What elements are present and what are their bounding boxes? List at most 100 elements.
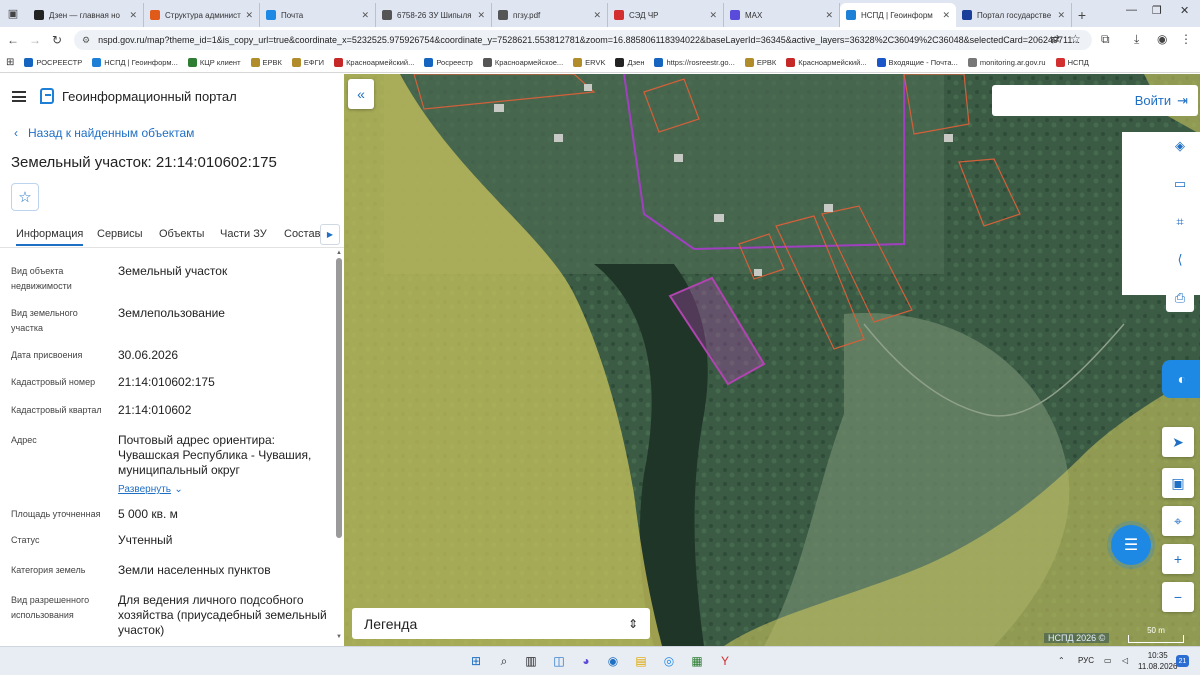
tab-close-icon[interactable]: ✕ [942, 10, 950, 21]
bookmark-item[interactable]: monitoring.ar.gov.ru [967, 58, 1046, 67]
tab-close-icon[interactable]: ✕ [129, 10, 137, 21]
bookmark-item[interactable]: Красноармейское... [482, 58, 563, 67]
new-tab-icon[interactable]: + [1072, 3, 1092, 27]
forward-icon[interactable]: → [24, 33, 46, 47]
extensions-icon[interactable]: ⧉ [1101, 32, 1110, 47]
tray-chevron-up-icon[interactable]: ⌃ [1058, 656, 1065, 665]
widgets-icon[interactable]: ◫ [550, 652, 568, 670]
apps-grid-icon[interactable]: ⊞ [6, 57, 14, 68]
chrome-icon[interactable]: ◉ [604, 652, 622, 670]
bookmark-item[interactable]: ERVK [573, 58, 605, 67]
browser-tab[interactable]: 6758-26 ЗУ Шипыля ✕ [376, 3, 492, 27]
file-explorer-icon[interactable]: ▤ [632, 652, 650, 670]
browser-tab[interactable]: Структура админист ✕ [144, 3, 260, 27]
edge-icon[interactable]: ◎ [660, 652, 678, 670]
ruler-icon[interactable]: ▭ [1166, 170, 1194, 198]
site-info-icon[interactable]: ⚙ [82, 35, 90, 46]
tab-close-icon[interactable]: ✕ [1057, 10, 1065, 21]
search-place-icon[interactable]: ⌖ [1162, 506, 1194, 536]
address-bar[interactable]: ⚙ nspd.gov.ru/map?theme_id=1&is_copy_url… [74, 30, 1092, 50]
tab-close-icon[interactable]: ✕ [477, 10, 485, 21]
tab-close-icon[interactable]: ✕ [361, 10, 369, 21]
browser-tab[interactable]: НСПД | Геоинформ ✕ [840, 3, 956, 27]
bookmark-item[interactable]: Росреестр [424, 58, 473, 67]
tab-parts[interactable]: Части ЗУ [220, 228, 267, 240]
scrollbar-thumb[interactable] [336, 258, 342, 538]
menu-kebab-icon[interactable]: ⋮ [1180, 32, 1192, 46]
tab-close-icon[interactable]: ✕ [825, 10, 833, 21]
bookmark-item[interactable]: Красноармейский... [334, 58, 414, 67]
tab-favicon-icon [962, 10, 972, 20]
bookmark-item[interactable]: НСПД [1055, 58, 1089, 67]
map-view[interactable]: « Войти ⇥ ◈ ▭ ⌗ ⟨ ⎙ ◐ ➤ ▣ ⌖ ☰ + − Легенд… [344, 74, 1200, 646]
browser-tab[interactable]: Портал государстве ✕ [956, 3, 1072, 27]
bookmark-star-icon[interactable]: ☆ [1070, 32, 1081, 46]
bookmark-item[interactable]: Входящие - Почта... [876, 58, 958, 67]
close-window-icon[interactable]: ✕ [1180, 4, 1189, 17]
layers-icon[interactable]: ◈ [1166, 132, 1194, 160]
windows-start-icon[interactable]: ⊞ [467, 652, 485, 670]
tab-composition[interactable]: Состав [284, 228, 320, 240]
chat-icon[interactable]: ☰ [1111, 525, 1151, 565]
volume-icon[interactable]: ◁ [1122, 656, 1128, 665]
expand-link[interactable]: Развернуть ⌄ [118, 481, 328, 497]
bookmark-item[interactable]: https://rosreestr.go... [654, 58, 735, 67]
print-icon[interactable]: ⎙ [1166, 284, 1194, 312]
tab-close-icon[interactable]: ✕ [709, 10, 717, 21]
browser-tab[interactable]: MAX ✕ [724, 3, 840, 27]
tab-close-icon[interactable]: ✕ [593, 10, 601, 21]
bookmark-item[interactable]: КЦР клиент [187, 58, 241, 67]
profile-icon[interactable]: ◉ [1157, 32, 1167, 46]
excel-icon[interactable]: ▦ [688, 652, 706, 670]
download-icon[interactable]: ⤓ [1134, 32, 1139, 47]
collapse-panel-icon[interactable]: « [348, 79, 374, 109]
input-language[interactable]: РУС [1078, 656, 1094, 665]
share-icon[interactable]: ⟨ [1166, 246, 1194, 274]
bookmark-item[interactable]: ЕРВК [744, 58, 776, 67]
zoom-out-icon[interactable]: − [1162, 582, 1194, 612]
translate-icon[interactable]: ⇄ [1050, 32, 1060, 46]
bookmark-item[interactable]: Красноармейский... [786, 58, 867, 67]
bookmark-item[interactable]: РОСРЕЕСТР [24, 58, 82, 67]
basemap-icon[interactable]: ▣ [1162, 468, 1194, 498]
zoom-in-icon[interactable]: + [1162, 544, 1194, 574]
browser-tab[interactable]: пгзу.pdf ✕ [492, 3, 608, 27]
maximize-icon[interactable]: ❐ [1152, 4, 1162, 17]
tabs-scroll-right-icon[interactable]: ▶ [320, 224, 340, 245]
minimize-icon[interactable]: — [1126, 4, 1137, 16]
bookmark-item[interactable]: ЕФГИ [291, 58, 324, 67]
bookmark-item[interactable]: ЕРВК [250, 58, 282, 67]
menu-icon[interactable] [12, 90, 26, 102]
notification-badge[interactable]: 21 [1176, 655, 1189, 667]
network-icon[interactable]: ▭ [1104, 656, 1112, 665]
satellite-map[interactable] [344, 74, 1200, 646]
panel-scrollbar[interactable]: ▲ ▼ [336, 250, 342, 642]
gosuslugi-icon[interactable]: ◐ [1162, 360, 1200, 398]
scroll-down-icon[interactable]: ▼ [336, 634, 342, 640]
bookmark-item[interactable]: Дзен [615, 58, 644, 67]
tab-information[interactable]: Информация [16, 228, 84, 246]
task-view-icon[interactable]: ▥ [522, 652, 540, 670]
browser-tab[interactable]: Дзен — главная но ✕ [28, 3, 144, 27]
favorite-star-icon[interactable]: ☆ [11, 183, 39, 211]
scroll-up-icon[interactable]: ▲ [336, 250, 342, 256]
browser-tab[interactable]: СЭД ЧР ✕ [608, 3, 724, 27]
system-clock[interactable]: 10:35 11.08.2026 [1138, 650, 1177, 672]
browser-tab-label: пгзу.pdf [513, 10, 541, 20]
login-button[interactable]: Войти ⇥ [992, 85, 1198, 116]
browser-tab[interactable]: Почта ✕ [260, 3, 376, 27]
back-to-results-link[interactable]: ‹ Назад к найденным объектам [14, 126, 194, 140]
teams-icon[interactable]: ◕ [577, 652, 595, 670]
bookmark-item[interactable]: НСПД | Геоинформ... [92, 58, 178, 67]
back-icon[interactable]: ← [2, 33, 24, 47]
locate-icon[interactable]: ➤ [1162, 427, 1194, 457]
tab-services[interactable]: Сервисы [97, 228, 143, 240]
legend-toggle[interactable]: Легенда ⇕ [352, 608, 650, 639]
yandex-icon[interactable]: Y [716, 652, 734, 670]
reload-icon[interactable]: ↻ [46, 33, 68, 47]
search-icon[interactable]: ⌕ [495, 652, 513, 670]
tab-search-icon[interactable]: ▣ [4, 5, 22, 21]
tab-objects[interactable]: Объекты [159, 228, 204, 240]
select-area-icon[interactable]: ⌗ [1166, 208, 1194, 236]
tab-close-icon[interactable]: ✕ [245, 10, 253, 21]
